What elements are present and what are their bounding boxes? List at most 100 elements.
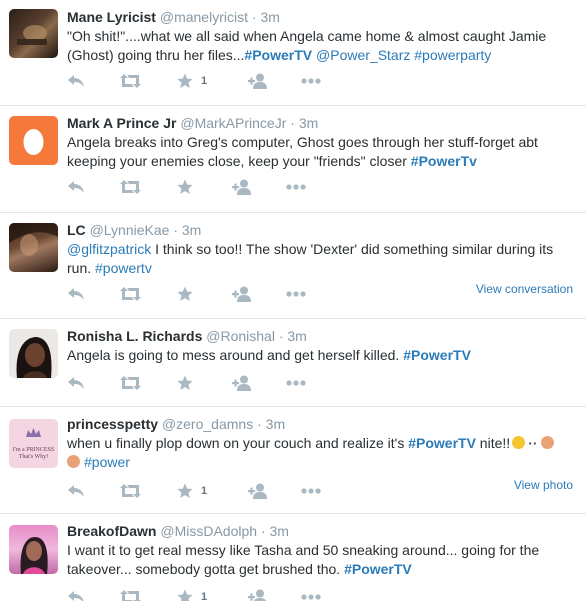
mention-link[interactable]: @glfitzpatrick: [67, 241, 151, 257]
follow-button[interactable]: [248, 71, 268, 91]
tweet[interactable]: BreakofDawn @MissDAdolph · 3m I want it …: [0, 514, 586, 601]
avatar[interactable]: [9, 116, 58, 165]
fullname[interactable]: Ronisha L. Richards: [67, 328, 202, 344]
separator: ·: [257, 416, 262, 432]
hashtag-link[interactable]: #powerparty: [414, 47, 491, 63]
tweet-text: when u finally plop down on your couch a…: [67, 434, 572, 471]
tweet-text: @glfitzpatrick I think so too!! The show…: [67, 240, 567, 277]
reply-button[interactable]: [67, 587, 85, 601]
avatar[interactable]: [9, 525, 58, 574]
follow-button[interactable]: [232, 177, 252, 197]
hashtag-link[interactable]: #PowerTV: [408, 435, 476, 451]
retweet-button[interactable]: [120, 373, 141, 393]
more-dots-icon: [301, 488, 321, 494]
timestamp[interactable]: 3m: [287, 328, 306, 344]
reply-button[interactable]: [67, 177, 85, 197]
favorite-button[interactable]: [177, 284, 193, 304]
favorite-button[interactable]: 1: [177, 71, 207, 91]
retweet-button[interactable]: [120, 481, 141, 501]
tweet-text-part: Angela is going to mess around and get h…: [67, 347, 404, 363]
fullname[interactable]: LC: [67, 222, 86, 238]
favorite-button[interactable]: [177, 177, 193, 197]
timestamp[interactable]: 3m: [182, 222, 201, 238]
fullname[interactable]: Mane Lyricist: [67, 9, 156, 25]
favorite-button[interactable]: 1: [177, 481, 207, 501]
timestamp[interactable]: 3m: [260, 9, 279, 25]
tweet[interactable]: Ronisha L. Richards @Ronishal · 3m Angel…: [0, 319, 586, 407]
more-button[interactable]: [301, 71, 321, 91]
tweet-text: Angela breaks into Greg's computer, Ghos…: [67, 133, 567, 170]
more-button[interactable]: [286, 284, 306, 304]
reply-button[interactable]: [67, 284, 85, 304]
more-button[interactable]: [286, 177, 306, 197]
tweet[interactable]: Mane Lyricist @manelyricist · 3m "Oh shi…: [0, 0, 586, 106]
timestamp[interactable]: 3m: [299, 115, 318, 131]
follow-button[interactable]: [232, 284, 252, 304]
tweet[interactable]: LC @LynnieKae · 3m @glfitzpatrick I thin…: [0, 213, 586, 319]
mention-link[interactable]: @Power_Starz: [316, 47, 410, 63]
hashtag-link[interactable]: #PowerTV: [403, 347, 471, 363]
avatar[interactable]: I'm a PRINCESS That's Why!: [9, 419, 58, 468]
view-photo-link[interactable]: View photo: [514, 478, 573, 492]
reply-button[interactable]: [67, 71, 85, 91]
retweet-icon: [120, 74, 141, 88]
fullname[interactable]: Mark A Prince Jr: [67, 115, 176, 131]
reply-icon: [68, 591, 84, 601]
tweet-header: princesspetty @zero_damns · 3m: [67, 416, 285, 433]
avatar[interactable]: [9, 9, 58, 58]
hashtag-link[interactable]: #powertv: [95, 260, 152, 276]
hashtag-link[interactable]: #power: [84, 454, 130, 470]
username[interactable]: @MarkAPrinceJr: [180, 115, 286, 131]
retweet-button[interactable]: [120, 177, 141, 197]
follow-button[interactable]: [248, 587, 268, 601]
separator: ·: [251, 9, 257, 25]
username[interactable]: @manelyricist: [160, 9, 248, 25]
username[interactable]: @zero_damns: [162, 416, 253, 432]
retweet-icon: [120, 484, 141, 498]
favorite-button[interactable]: [177, 373, 193, 393]
retweet-icon: [120, 287, 141, 301]
more-dots-icon: [286, 380, 306, 386]
reply-icon: [68, 75, 84, 87]
tweet[interactable]: Mark A Prince Jr @MarkAPrinceJr · 3m Ang…: [0, 106, 586, 213]
reply-icon: [68, 485, 84, 497]
follow-user-icon: [248, 73, 267, 89]
retweet-icon: [120, 376, 141, 390]
tweet-actions: [67, 284, 367, 304]
tweet-actions: 1: [67, 71, 367, 91]
username[interactable]: @Ronishal: [206, 328, 275, 344]
avatar[interactable]: [9, 223, 58, 272]
more-button[interactable]: [286, 373, 306, 393]
username[interactable]: @MissDAdolph: [160, 523, 257, 539]
more-dots-icon: [286, 184, 306, 190]
favorite-button[interactable]: 1: [177, 587, 207, 601]
more-button[interactable]: [301, 481, 321, 501]
separator: ·: [173, 222, 178, 238]
username[interactable]: @LynnieKae: [90, 222, 170, 238]
tweet[interactable]: I'm a PRINCESS That's Why! princesspetty…: [0, 407, 586, 514]
hashtag-link[interactable]: #PowerTv: [411, 153, 477, 169]
retweet-button[interactable]: [120, 284, 141, 304]
hashtag-link[interactable]: #PowerTV: [244, 47, 312, 63]
timestamp[interactable]: 3m: [270, 523, 289, 539]
hashtag-link[interactable]: #PowerTV: [344, 561, 412, 577]
follow-button[interactable]: [248, 481, 268, 501]
reply-button[interactable]: [67, 373, 85, 393]
avatar[interactable]: [9, 329, 58, 378]
timestamp[interactable]: 3m: [266, 416, 285, 432]
tweet-text: Angela is going to mess around and get h…: [67, 346, 577, 365]
follow-user-icon: [232, 375, 251, 391]
reply-icon: [68, 181, 84, 193]
reply-icon: [68, 377, 84, 389]
retweet-icon: [120, 180, 141, 194]
fullname[interactable]: BreakofDawn: [67, 523, 156, 539]
reply-button[interactable]: [67, 481, 85, 501]
more-button[interactable]: [301, 587, 321, 601]
avatar-photo: [17, 25, 47, 45]
separator: ·: [278, 328, 284, 344]
retweet-button[interactable]: [120, 587, 141, 601]
follow-button[interactable]: [232, 373, 252, 393]
fullname[interactable]: princesspetty: [67, 416, 158, 432]
view-conversation-link[interactable]: View conversation: [476, 282, 573, 296]
retweet-button[interactable]: [120, 71, 141, 91]
